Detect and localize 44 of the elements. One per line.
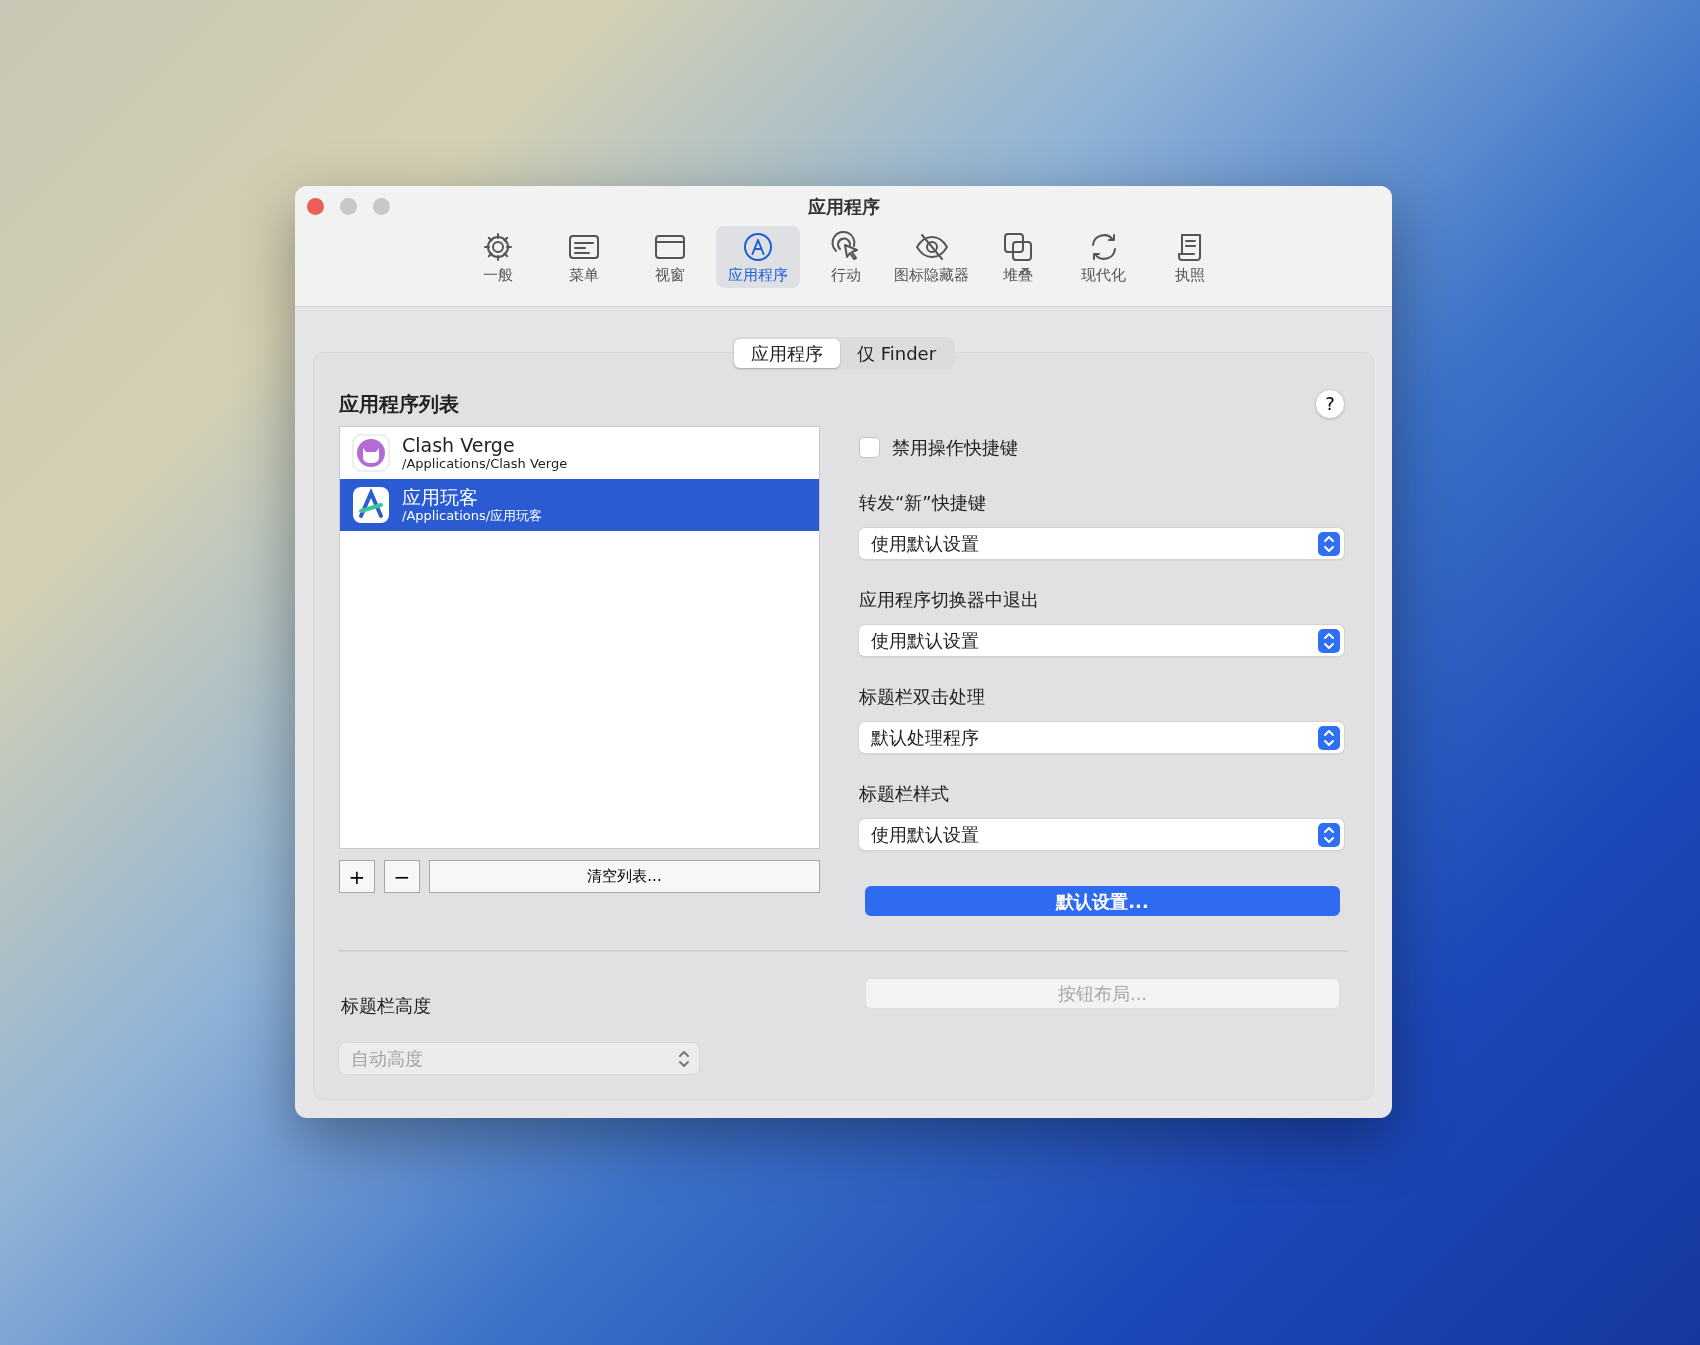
popup-select[interactable]: 默认处理程序 [859,722,1344,753]
segment-tab[interactable]: 应用程序 [733,339,840,368]
field-label: 标题栏高度 [341,994,432,1018]
toolbar-tab[interactable]: 应用程序 [715,226,800,288]
cat-app-icon [352,434,390,472]
app-name: 应用玩客 [402,486,479,509]
toolbar-tab[interactable]: 现代化 [1063,226,1144,288]
popup-select[interactable]: 使用默认设置 [859,528,1344,559]
field-label: 标题栏样式 [859,782,950,806]
toolbar-tab[interactable]: 行动 [805,226,886,288]
letter-a-app-icon [352,486,390,524]
add-button[interactable]: + [339,860,375,893]
toolbar-tab[interactable]: 菜单 [543,226,624,288]
toolbar-tab[interactable]: 执照 [1149,226,1230,288]
chevron-icon [1318,822,1340,847]
section-title: 应用程序列表 [339,391,459,418]
app-path: /Applications/Clash Verge [402,456,568,472]
defaults-button[interactable]: 默认设置... [865,886,1340,916]
checkbox[interactable] [859,436,880,458]
field-label: 应用程序切换器中退出 [859,588,1040,612]
zoom-button[interactable] [373,197,390,215]
chevron-icon [1318,628,1340,653]
segment-tab[interactable]: 仅 Finder [839,339,954,368]
help-button[interactable]: ? [1315,389,1345,419]
popup-select[interactable]: 使用默认设置 [859,819,1344,850]
field-label: 标题栏双击处理 [859,685,986,709]
app-path: /Applications/应用玩客 [402,508,543,524]
field-label: 转发“新”快捷键 [859,491,987,515]
close-button[interactable] [307,197,324,215]
toolbar-tab[interactable]: 图标隐藏器 [891,226,972,288]
chevron-icon [1318,531,1340,556]
remove-button[interactable]: − [384,860,420,893]
toolbar-tab[interactable]: 一般 [457,226,538,288]
toolbar-tab[interactable]: 堆叠 [977,226,1058,288]
app-name: Clash Verge [402,434,516,457]
minimize-button[interactable] [340,197,357,215]
app-list-row[interactable]: Clash Verge /Applications/Clash Verge [340,427,819,479]
window-title: 应用程序 [807,194,880,219]
popup-select[interactable]: 使用默认设置 [859,625,1344,656]
clear-list-button[interactable]: 清空列表... [429,860,820,893]
chevron-icon [1318,725,1340,750]
toolbar-tab[interactable]: 视窗 [629,226,710,288]
app-list-row[interactable]: 应用玩客 /Applications/应用玩客 [340,479,819,531]
checkbox-label: 禁用操作快捷键 [892,435,1018,460]
